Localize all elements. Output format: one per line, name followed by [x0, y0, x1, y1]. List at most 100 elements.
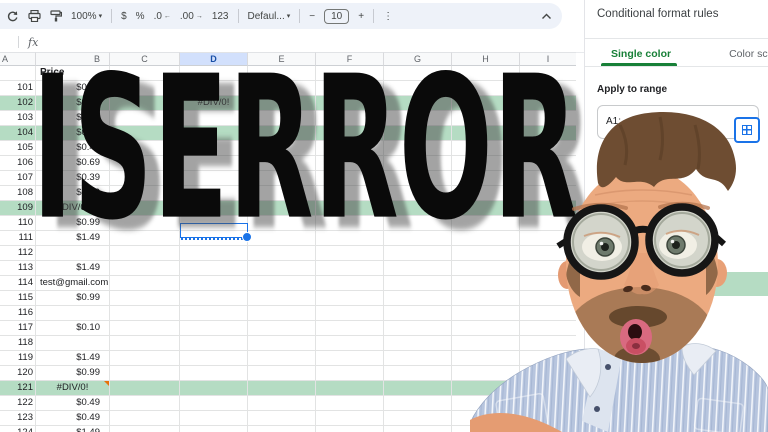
cell[interactable]: [110, 366, 180, 381]
cell[interactable]: [110, 411, 180, 426]
cell[interactable]: [384, 141, 452, 156]
cell[interactable]: [110, 426, 180, 432]
cell[interactable]: [248, 381, 316, 396]
cell[interactable]: [180, 336, 248, 351]
cell[interactable]: [110, 276, 180, 291]
cell[interactable]: [180, 201, 248, 216]
cell[interactable]: [248, 321, 316, 336]
cell-price[interactable]: $0.99: [36, 366, 110, 381]
cell[interactable]: [384, 96, 452, 111]
cell[interactable]: [316, 81, 384, 96]
fill-handle[interactable]: [242, 232, 252, 242]
cell-price[interactable]: $1.49: [36, 111, 110, 126]
cell[interactable]: [180, 141, 248, 156]
cell[interactable]: [180, 351, 248, 366]
cell-id[interactable]: 111: [0, 231, 36, 246]
cell[interactable]: [316, 381, 384, 396]
cell[interactable]: [180, 366, 248, 381]
formula-bar[interactable]: fx: [0, 32, 584, 53]
tab-color-scale[interactable]: Color scale: [729, 44, 768, 66]
cell[interactable]: [316, 396, 384, 411]
decrease-font-size-button[interactable]: −: [309, 11, 315, 22]
cell[interactable]: [180, 261, 248, 276]
cell[interactable]: [384, 231, 452, 246]
increase-font-size-button[interactable]: +: [358, 11, 364, 22]
cell[interactable]: [316, 156, 384, 171]
cell-price[interactable]: $0.10: [36, 321, 110, 336]
cell[interactable]: [110, 96, 180, 111]
cell-id[interactable]: 109: [0, 201, 36, 216]
cell[interactable]: [110, 261, 180, 276]
cell[interactable]: [248, 396, 316, 411]
cell-price[interactable]: $0.49: [36, 396, 110, 411]
cell[interactable]: [316, 171, 384, 186]
cell[interactable]: [248, 231, 316, 246]
cell[interactable]: [248, 246, 316, 261]
selection-box[interactable]: [180, 223, 252, 242]
cell[interactable]: [180, 321, 248, 336]
cell[interactable]: [316, 366, 384, 381]
cell[interactable]: [110, 156, 180, 171]
format-percent-button[interactable]: %: [136, 11, 145, 22]
cell-price[interactable]: $0.49: [36, 186, 110, 201]
cell[interactable]: [248, 96, 316, 111]
cell[interactable]: [384, 381, 452, 396]
cell[interactable]: [248, 186, 316, 201]
column-header-F[interactable]: F: [316, 52, 384, 66]
cell[interactable]: [384, 66, 452, 81]
cell[interactable]: [316, 216, 384, 231]
number-format-button[interactable]: 123: [212, 11, 229, 22]
cell[interactable]: [384, 246, 452, 261]
column-header-E[interactable]: E: [248, 52, 316, 66]
cell[interactable]: #DIV/0!: [180, 96, 248, 111]
cell[interactable]: [384, 81, 452, 96]
cell-id[interactable]: 118: [0, 336, 36, 351]
cell-id[interactable]: 124: [0, 426, 36, 432]
cell[interactable]: [110, 126, 180, 141]
cell[interactable]: [180, 396, 248, 411]
cell[interactable]: [248, 261, 316, 276]
cell[interactable]: [110, 81, 180, 96]
cell[interactable]: [248, 111, 316, 126]
cell[interactable]: [316, 246, 384, 261]
cell[interactable]: [110, 231, 180, 246]
cell[interactable]: [248, 366, 316, 381]
cell-id[interactable]: 114: [0, 276, 36, 291]
cell[interactable]: [316, 276, 384, 291]
cell[interactable]: [384, 111, 452, 126]
cell-price[interactable]: $0.49: [36, 411, 110, 426]
cell[interactable]: [248, 291, 316, 306]
cell[interactable]: [384, 291, 452, 306]
cell[interactable]: [180, 411, 248, 426]
cell[interactable]: [248, 81, 316, 96]
cell-id[interactable]: 113: [0, 261, 36, 276]
cell-id[interactable]: 115: [0, 291, 36, 306]
cell[interactable]: [180, 246, 248, 261]
cell[interactable]: [180, 111, 248, 126]
cell-id[interactable]: 105: [0, 141, 36, 156]
decrease-decimal-button[interactable]: .0 ←: [154, 11, 171, 22]
cell[interactable]: [180, 81, 248, 96]
zoom-select[interactable]: 100% ▾: [71, 11, 102, 22]
cell[interactable]: [110, 201, 180, 216]
cell[interactable]: [248, 66, 316, 81]
cell[interactable]: [384, 261, 452, 276]
cell-price[interactable]: $0.39: [36, 171, 110, 186]
cell-price-header[interactable]: Price: [36, 66, 110, 81]
cell-price[interactable]: [36, 306, 110, 321]
cell-price[interactable]: $1.49: [36, 261, 110, 276]
cell-price[interactable]: $1.49: [36, 426, 110, 432]
cell-price[interactable]: $0.99: [36, 291, 110, 306]
cell[interactable]: [248, 216, 316, 231]
more-options-button[interactable]: ⋮: [383, 11, 393, 22]
cell-price[interactable]: test@gmail.com: [36, 276, 110, 291]
cell[interactable]: [248, 201, 316, 216]
cell[interactable]: [248, 411, 316, 426]
cell[interactable]: [316, 111, 384, 126]
cell[interactable]: [316, 96, 384, 111]
cell[interactable]: [110, 291, 180, 306]
cell[interactable]: [110, 336, 180, 351]
cell-price[interactable]: $1.49: [36, 351, 110, 366]
cell[interactable]: [110, 141, 180, 156]
cell[interactable]: [110, 396, 180, 411]
